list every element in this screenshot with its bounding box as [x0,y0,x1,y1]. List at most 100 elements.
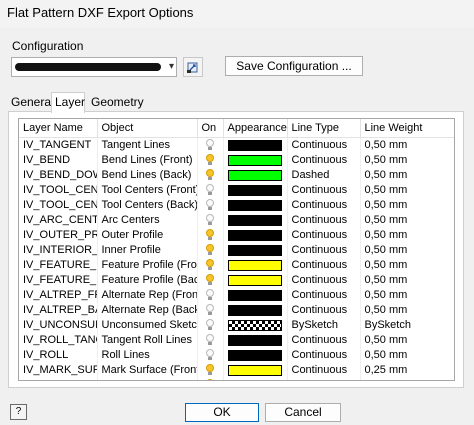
appearance-cell[interactable] [223,212,288,228]
layer-name-cell[interactable]: IV_ALTREP_BA [19,302,98,318]
layer-visibility-toggle[interactable] [197,227,224,243]
layer-visibility-toggle[interactable] [197,197,224,213]
line-weight-cell[interactable]: 0,25 mm [360,362,454,378]
tab-geometry[interactable]: Geometry [88,94,144,112]
line-type-cell[interactable]: Continuous [287,197,361,213]
column-header[interactable]: On [197,119,224,138]
line-type-cell[interactable]: Continuous [287,227,361,243]
tab-layer[interactable]: Layer [51,92,85,113]
column-header[interactable]: Line Type [287,119,361,138]
line-weight-cell[interactable]: 0,50 mm [360,287,454,303]
line-type-cell[interactable]: BySketch [287,317,361,333]
appearance-cell[interactable] [223,242,288,258]
table-row[interactable]: IV_INTERIOR_ Inner Profile Continuous 0,50 … [19,242,454,258]
layer-name-cell[interactable]: IV_UNCONSUM [19,317,98,333]
layer-name-cell[interactable]: IV_FEATURE_F [19,257,98,273]
appearance-cell[interactable] [223,347,288,363]
line-type-cell[interactable]: Continuous [287,287,361,303]
table-row[interactable]: IV_BEND Bend Lines (Front) Continuous 0,50 … [19,152,454,168]
line-weight-cell[interactable]: 0,50 mm [360,257,454,273]
layer-name-cell[interactable]: IV_OUTER_PRO [19,227,98,243]
layer-name-cell[interactable]: IV_MARK_SUR [19,362,98,378]
configuration-dropdown[interactable]: ▾ [11,57,177,77]
appearance-cell[interactable] [223,227,288,243]
line-weight-cell[interactable]: 0,50 mm [360,347,454,363]
layer-visibility-toggle[interactable] [197,332,224,348]
table-row[interactable]: IV_UNCONSUMUnconsumed Sketches BySketchBy… [19,317,454,333]
layer-visibility-toggle[interactable] [197,257,224,273]
line-type-cell[interactable]: Continuous [287,212,361,228]
line-type-cell[interactable]: Continuous [287,242,361,258]
layer-name-cell[interactable]: IV_MARK_SUR [19,377,98,380]
line-type-cell[interactable]: Continuous [287,272,361,288]
appearance-cell[interactable] [223,167,288,183]
layer-visibility-toggle[interactable] [197,272,224,288]
table-row[interactable]: IV_ALTREP_FR Alternate Rep (Front) Continu… [19,287,454,303]
table-row[interactable]: IV_MARK_SURMark Surface (Back) Continuous… [19,377,454,380]
layer-visibility-toggle[interactable] [197,287,224,303]
line-type-cell[interactable]: Continuous [287,347,361,363]
table-row[interactable]: IV_ARC_CENTEArc Centers Continuous0,50 mm [19,212,454,228]
line-weight-cell[interactable]: 0,50 mm [360,152,454,168]
line-weight-cell[interactable]: 0,50 mm [360,212,454,228]
tab-general[interactable]: General [8,94,54,112]
line-type-cell[interactable]: Continuous [287,362,361,378]
appearance-cell[interactable] [223,152,288,168]
appearance-cell[interactable] [223,197,288,213]
appearance-cell[interactable] [223,287,288,303]
table-row[interactable]: IV_BEND_DOW Bend Lines (Back) Dashed 0,50 m… [19,167,454,183]
layer-name-cell[interactable]: IV_ROLL [19,347,98,363]
line-weight-cell[interactable]: BySketch [360,317,454,333]
layer-name-cell[interactable]: IV_ARC_CENTE [19,212,98,228]
ok-button[interactable]: OK [185,403,259,422]
column-header[interactable]: Layer Name [19,119,98,138]
layer-name-cell[interactable]: IV_FEATURE_F [19,272,98,288]
appearance-cell[interactable] [223,182,288,198]
table-row[interactable]: IV_MARK_SUR Mark Surface (Front) Continuou… [19,362,454,378]
table-row[interactable]: IV_FEATURE_FFeature Profile (Back) Contin… [19,272,454,288]
layer-visibility-toggle[interactable] [197,137,224,153]
save-configuration-button[interactable]: Save Configuration ... [225,56,363,76]
layer-name-cell[interactable]: IV_BEND_DOW [19,167,98,183]
table-row[interactable]: IV_OUTER_PROOuter Profile Continuous0,50 … [19,227,454,243]
table-row[interactable]: IV_ROLL Roll Lines Continuous 0,50 mm [19,347,454,363]
line-type-cell[interactable]: Continuous [287,332,361,348]
appearance-cell[interactable] [223,257,288,273]
appearance-cell[interactable] [223,317,288,333]
appearance-cell[interactable] [223,302,288,318]
layer-visibility-toggle[interactable] [197,362,224,378]
layer-name-cell[interactable]: IV_BEND [19,152,98,168]
layer-name-cell[interactable]: IV_TOOL_CEN [19,197,98,213]
help-button[interactable]: ? [10,404,27,420]
layer-visibility-toggle[interactable] [197,377,224,380]
line-type-cell[interactable]: Continuous [287,377,361,380]
layer-name-cell[interactable]: IV_TOOL_CEN [19,182,98,198]
column-header[interactable]: Appearance [223,119,288,138]
table-row[interactable]: IV_FEATURE_FFeature Profile (Front) Conti… [19,257,454,273]
table-row[interactable]: IV_ALTREP_BA Alternate Rep (Back) Continuo… [19,302,454,318]
line-weight-cell[interactable]: 0,50 mm [360,182,454,198]
layer-visibility-toggle[interactable] [197,242,224,258]
column-header[interactable]: Object [97,119,198,138]
line-weight-cell[interactable]: 0,50 mm [360,272,454,288]
layer-visibility-toggle[interactable] [197,152,224,168]
layer-visibility-toggle[interactable] [197,347,224,363]
line-type-cell[interactable]: Continuous [287,137,361,153]
appearance-cell[interactable] [223,272,288,288]
layer-visibility-toggle[interactable] [197,182,224,198]
table-row[interactable]: IV_TOOL_CEN Tool Centers (Back) Continuous… [19,197,454,213]
appearance-cell[interactable] [223,377,288,380]
layer-visibility-toggle[interactable] [197,317,224,333]
line-type-cell[interactable]: Continuous [287,302,361,318]
appearance-cell[interactable] [223,137,288,153]
layer-name-cell[interactable]: IV_INTERIOR_ [19,242,98,258]
line-weight-cell[interactable]: 0,50 mm [360,302,454,318]
line-type-cell[interactable]: Continuous [287,152,361,168]
line-weight-cell[interactable]: 0,50 mm [360,197,454,213]
line-type-cell[interactable]: Dashed [287,167,361,183]
table-row[interactable]: IV_TANGENT Tangent Lines Continuous 0,50 mm [19,137,454,153]
layer-name-cell[interactable]: IV_ALTREP_FR [19,287,98,303]
appearance-cell[interactable] [223,332,288,348]
cancel-button[interactable]: Cancel [265,403,341,422]
table-row[interactable]: IV_TOOL_CEN Tool Centers (Front) Continuou… [19,182,454,198]
